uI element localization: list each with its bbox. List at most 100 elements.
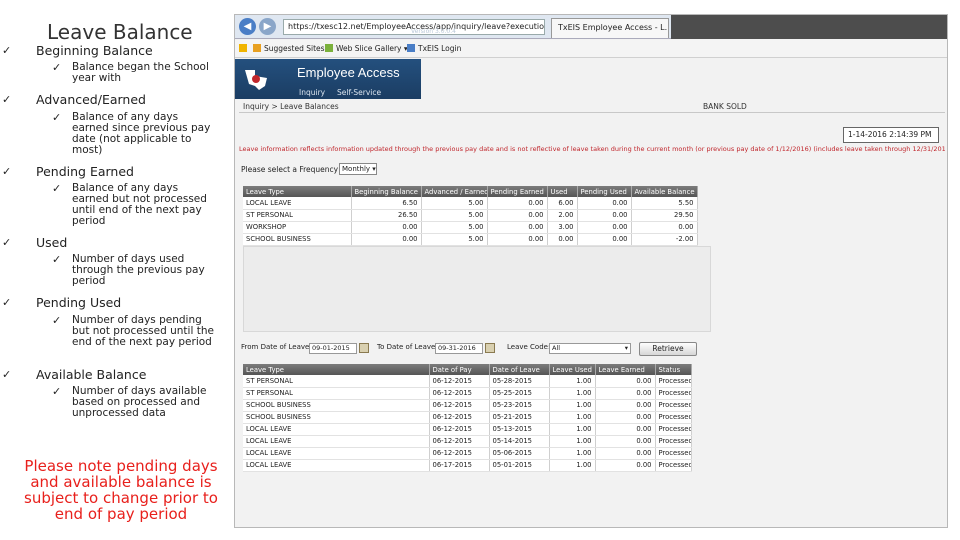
table-cell: 0.00 xyxy=(577,209,632,222)
balance-table-empty-area xyxy=(243,246,711,332)
check-icon: ✓ xyxy=(52,61,62,74)
page-icon xyxy=(407,44,415,52)
table-row: SCHOOL BUSINESS 06-12-2015 05-21-2015 1.… xyxy=(243,411,692,424)
table-cell: 0.00 xyxy=(487,209,548,222)
table-cell: 05-01-2015 xyxy=(489,459,550,472)
slide-bullets: Leave Balance ✓ Beginning Balance ✓ Bala… xyxy=(0,0,228,540)
folder-icon xyxy=(253,44,261,52)
column-header[interactable]: Leave Type xyxy=(243,364,430,375)
table-cell: 05-25-2015 xyxy=(489,387,550,400)
check-icon: ✓ xyxy=(2,368,12,381)
column-header[interactable]: Status xyxy=(655,364,692,375)
sub-bullet-text: Number of days used through the previous… xyxy=(72,253,205,287)
table-cell: 05-06-2015 xyxy=(489,447,550,460)
table-cell: LOCAL LEAVE xyxy=(243,423,430,436)
browser-tab[interactable]: TxEIS Employee Access - L... xyxy=(551,18,669,38)
table-cell: 29.50 xyxy=(631,209,698,222)
table-cell: 0.00 xyxy=(595,459,656,472)
breadcrumb: Inquiry > Leave Balances xyxy=(243,102,339,111)
table-row: SCHOOL BUSINESS 0.00 5.00 0.00 0.00 0.00… xyxy=(243,233,698,246)
app-title: Employee Access xyxy=(297,65,400,80)
calendar-icon[interactable] xyxy=(359,343,369,353)
table-cell: 1.00 xyxy=(549,447,596,460)
table-cell: 0.00 xyxy=(577,221,632,234)
leave-detail-table: Leave Type Date of Pay Date of Leave Lea… xyxy=(243,364,692,472)
table-cell: 06-12-2015 xyxy=(429,375,490,388)
favorite-suggested-sites[interactable]: Suggested Sites ▾ xyxy=(253,40,331,58)
table-cell: Processed xyxy=(655,423,692,436)
column-header[interactable]: Leave Type xyxy=(243,186,352,197)
table-cell: 05-13-2015 xyxy=(489,423,550,436)
column-header[interactable]: Leave Used xyxy=(549,364,596,375)
table-cell: Processed xyxy=(655,411,692,424)
from-date-label: From Date of Leave: xyxy=(241,343,312,351)
from-date-input[interactable]: 09-01-2015 xyxy=(309,343,357,354)
calendar-icon[interactable] xyxy=(485,343,495,353)
column-header[interactable]: Leave Earned xyxy=(595,364,656,375)
leave-code-select[interactable]: All ▾ xyxy=(549,343,631,354)
favorite-web-slice-gallery[interactable]: Web Slice Gallery ▾ xyxy=(325,40,408,58)
nav-inquiry[interactable]: Inquiry xyxy=(299,88,325,97)
table-cell: Processed xyxy=(655,375,692,388)
pending-note: Please note pending days and available b… xyxy=(24,457,218,523)
column-header[interactable]: Date of Pay xyxy=(429,364,490,375)
table-cell: 06-17-2015 xyxy=(429,459,490,472)
table-cell: 1.00 xyxy=(549,459,596,472)
table-cell: 5.00 xyxy=(421,197,488,210)
column-header[interactable]: Pending Used xyxy=(577,186,632,197)
table-cell: SCHOOL BUSINESS xyxy=(243,233,352,246)
table-cell: 05-21-2015 xyxy=(489,411,550,424)
favorite-txeis-login[interactable]: TxEIS Login xyxy=(407,40,461,58)
check-icon: ✓ xyxy=(52,253,62,266)
table-cell: 1.00 xyxy=(549,423,596,436)
browser-screenshot: ◀ ▶ https://txesc12.net/EmployeeAccess/a… xyxy=(234,14,948,528)
check-icon: ✓ xyxy=(2,44,12,57)
table-cell: 0.00 xyxy=(595,423,656,436)
table-cell: 06-12-2015 xyxy=(429,423,490,436)
favorites-star-icon[interactable] xyxy=(239,40,250,58)
back-icon[interactable]: ◀ xyxy=(239,18,256,35)
sub-bullet-text: Balance of any days earned but not proce… xyxy=(72,182,207,227)
column-header[interactable]: Beginning Balance xyxy=(351,186,422,197)
table-cell: SCHOOL BUSINESS xyxy=(243,411,430,424)
forward-icon[interactable]: ▶ xyxy=(259,18,276,35)
column-header[interactable]: Available Balance xyxy=(631,186,698,197)
table-row: LOCAL LEAVE 06-17-2015 05-01-2015 1.00 0… xyxy=(243,459,692,472)
table-row: ST PERSONAL 06-12-2015 05-25-2015 1.00 0… xyxy=(243,387,692,400)
app-banner: Employee Access Inquiry Self-Service xyxy=(235,59,421,99)
check-icon: ✓ xyxy=(52,182,62,195)
address-bar: ◀ ▶ https://txesc12.net/EmployeeAccess/a… xyxy=(235,15,947,39)
table-row: LOCAL LEAVE 06-12-2015 05-06-2015 1.00 0… xyxy=(243,447,692,460)
column-header[interactable]: Advanced / Earned xyxy=(421,186,488,197)
table-cell: 0.00 xyxy=(595,375,656,388)
table-cell: ST PERSONAL xyxy=(243,387,430,400)
nav-self-service[interactable]: Self-Service xyxy=(337,88,381,97)
table-cell: 06-12-2015 xyxy=(429,435,490,448)
table-cell: 06-12-2015 xyxy=(429,387,490,400)
bullet-label: Advanced/Earned xyxy=(36,92,146,107)
table-cell: 06-12-2015 xyxy=(429,447,490,460)
slide-title: Leave Balance xyxy=(47,20,193,44)
to-date-input[interactable]: 09-31-2016 xyxy=(435,343,483,354)
column-header[interactable]: Pending Earned xyxy=(487,186,548,197)
table-cell: 6.50 xyxy=(351,197,422,210)
table-cell: 0.00 xyxy=(595,387,656,400)
column-header[interactable]: Used xyxy=(547,186,578,197)
column-header[interactable]: Date of Leave xyxy=(489,364,550,375)
table-cell: 0.00 xyxy=(631,221,698,234)
table-row: ST PERSONAL 06-12-2015 05-28-2015 1.00 0… xyxy=(243,375,692,388)
table-cell: 1.00 xyxy=(549,387,596,400)
table-cell: 1.00 xyxy=(549,411,596,424)
table-row: LOCAL LEAVE 06-12-2015 05-14-2015 1.00 0… xyxy=(243,435,692,448)
sub-bullet-text: Number of days available based on proces… xyxy=(72,385,207,419)
frequency-select[interactable]: Monthly ▾ xyxy=(339,163,377,175)
table-cell: 05-28-2015 xyxy=(489,375,550,388)
table-cell: 26.50 xyxy=(351,209,422,222)
table-cell: 1.00 xyxy=(549,399,596,412)
retrieve-button[interactable]: Retrieve xyxy=(639,342,697,356)
texas-logo-icon xyxy=(245,70,267,90)
table-cell: 06-12-2015 xyxy=(429,399,490,412)
table-cell: 0.00 xyxy=(487,233,548,246)
table-row: LOCAL LEAVE 6.50 5.00 0.00 6.00 0.00 5.5… xyxy=(243,197,698,210)
table-cell: 0.00 xyxy=(595,399,656,412)
